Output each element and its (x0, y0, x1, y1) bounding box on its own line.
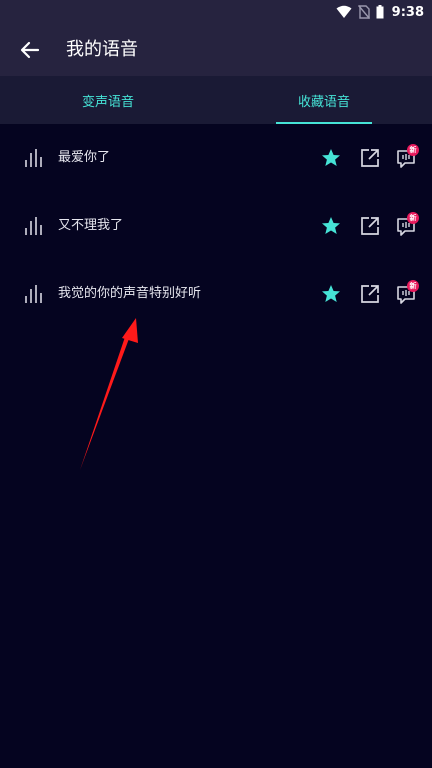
star-icon[interactable] (321, 148, 341, 168)
share-icon[interactable] (360, 284, 380, 304)
tab-favorites[interactable]: 收藏语音 (216, 76, 432, 124)
share-icon[interactable] (360, 216, 380, 236)
status-icons: 9:38 (336, 0, 424, 24)
wifi-icon (336, 5, 352, 18)
voice-label: 最爱你了 (58, 150, 111, 165)
voice-list-item[interactable]: 我觉的你的声音特别好听 新 (0, 260, 432, 328)
new-badge: 新 (407, 144, 419, 156)
star-icon[interactable] (321, 284, 341, 304)
voice-list-item[interactable]: 又不理我了 新 (0, 192, 432, 260)
audio-wave-icon (25, 217, 42, 235)
page-title: 我的语音 (66, 39, 138, 60)
status-time: 9:38 (391, 4, 424, 20)
new-badge: 新 (407, 280, 419, 292)
back-button[interactable] (14, 36, 46, 64)
tab-bar: 变声语音 收藏语音 (0, 76, 432, 124)
tab-voice-changer[interactable]: 变声语音 (0, 76, 216, 124)
no-sim-icon (357, 5, 370, 19)
voice-label: 我觉的你的声音特别好听 (58, 286, 202, 301)
voice-list: 最爱你了 新 又不理我了 新 我觉的你的声音特别好听 新 (0, 124, 432, 328)
arrow-left-icon (20, 41, 40, 59)
star-icon[interactable] (321, 216, 341, 236)
battery-icon (376, 5, 384, 19)
audio-wave-icon (25, 149, 42, 167)
new-badge: 新 (407, 212, 419, 224)
app-bar: 我的语音 (0, 24, 432, 76)
status-bar: 9:38 (0, 0, 432, 24)
audio-wave-icon (25, 285, 42, 303)
voice-label: 又不理我了 (58, 218, 124, 233)
share-icon[interactable] (360, 148, 380, 168)
voice-list-item[interactable]: 最爱你了 新 (0, 124, 432, 192)
